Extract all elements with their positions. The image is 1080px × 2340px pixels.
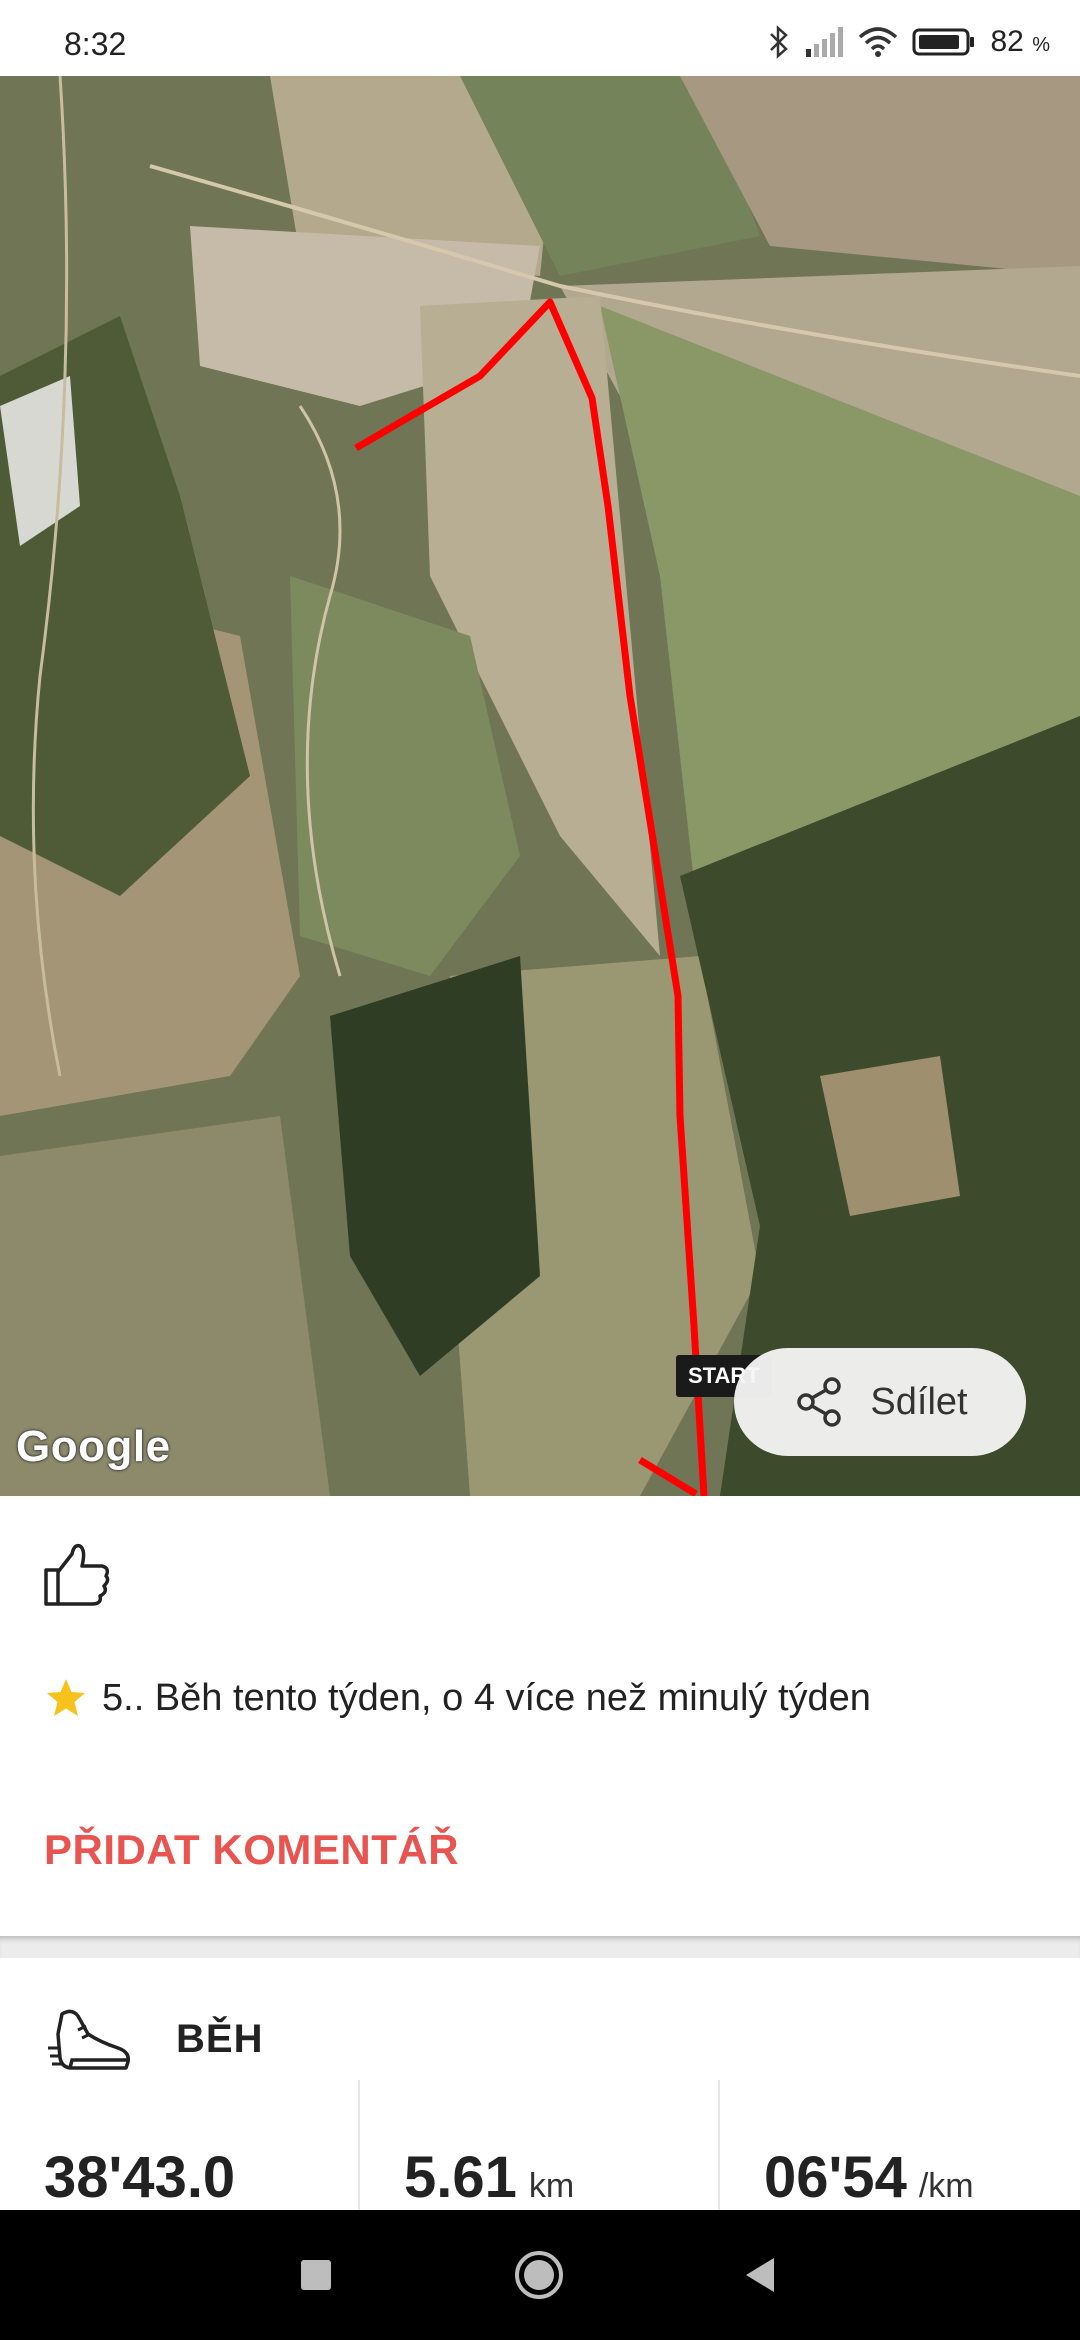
activity-type-label: BĚH xyxy=(176,2016,264,2061)
wifi-icon xyxy=(859,27,898,57)
stat-value: 06'54 xyxy=(764,2145,907,2210)
share-button[interactable]: Sdílet xyxy=(734,1348,1026,1456)
share-label: Sdílet xyxy=(870,1380,968,1423)
route-map[interactable]: Google xyxy=(0,76,1080,1496)
stat-value: 38'43.0 xyxy=(44,2145,236,2210)
stat-unit: km xyxy=(528,2167,575,2205)
like-button[interactable] xyxy=(42,1540,112,1615)
running-shoe-icon xyxy=(48,2009,131,2070)
nav-recents-icon[interactable] xyxy=(298,2250,334,2300)
activity-feed-card: 5.. Běh tento týden, o 4 více než minulý… xyxy=(0,1496,1080,1936)
satellite-map xyxy=(0,76,1080,1496)
thumbs-up-icon xyxy=(44,1543,110,1606)
status-bar: 8:32 82 % xyxy=(0,0,1080,76)
share-icon xyxy=(797,1377,842,1427)
stat-divider xyxy=(718,2080,720,2210)
achievement-text: 5.. Běh tento týden, o 4 více než minulý… xyxy=(102,1676,871,1719)
status-icons: 82 % xyxy=(768,22,1050,62)
nav-back-icon[interactable] xyxy=(742,2250,778,2300)
add-comment-button[interactable]: PŘIDAT KOMENTÁŘ xyxy=(44,1826,459,1874)
star-icon xyxy=(47,1679,85,1716)
section-divider xyxy=(0,1936,1080,1958)
system-nav-bar xyxy=(0,2210,1080,2340)
stat-divider xyxy=(358,2080,360,2210)
stat-pace: 06'54 /km xyxy=(764,2144,974,2210)
bluetooth-icon xyxy=(770,25,789,59)
google-attribution: Google xyxy=(16,1422,171,1471)
battery-percent: 82 % xyxy=(990,25,1050,58)
achievement-row: 5.. Běh tento týden, o 4 více než minulý… xyxy=(44,1676,871,1720)
stat-distance: 5.61 km xyxy=(404,2144,574,2210)
signal-icon xyxy=(806,27,844,57)
activity-type: BĚH xyxy=(48,2004,263,2074)
battery-icon xyxy=(912,28,975,56)
stat-value: 5.61 xyxy=(404,2145,517,2210)
stat-duration: 38'43.0 xyxy=(44,2144,247,2210)
activity-stats-card: BĚH 38'43.0 5.61 km 06'54 /km xyxy=(0,1958,1080,2210)
stat-unit: /km xyxy=(918,2167,974,2205)
nav-home-icon[interactable] xyxy=(512,2250,566,2300)
status-time: 8:32 xyxy=(64,26,127,62)
